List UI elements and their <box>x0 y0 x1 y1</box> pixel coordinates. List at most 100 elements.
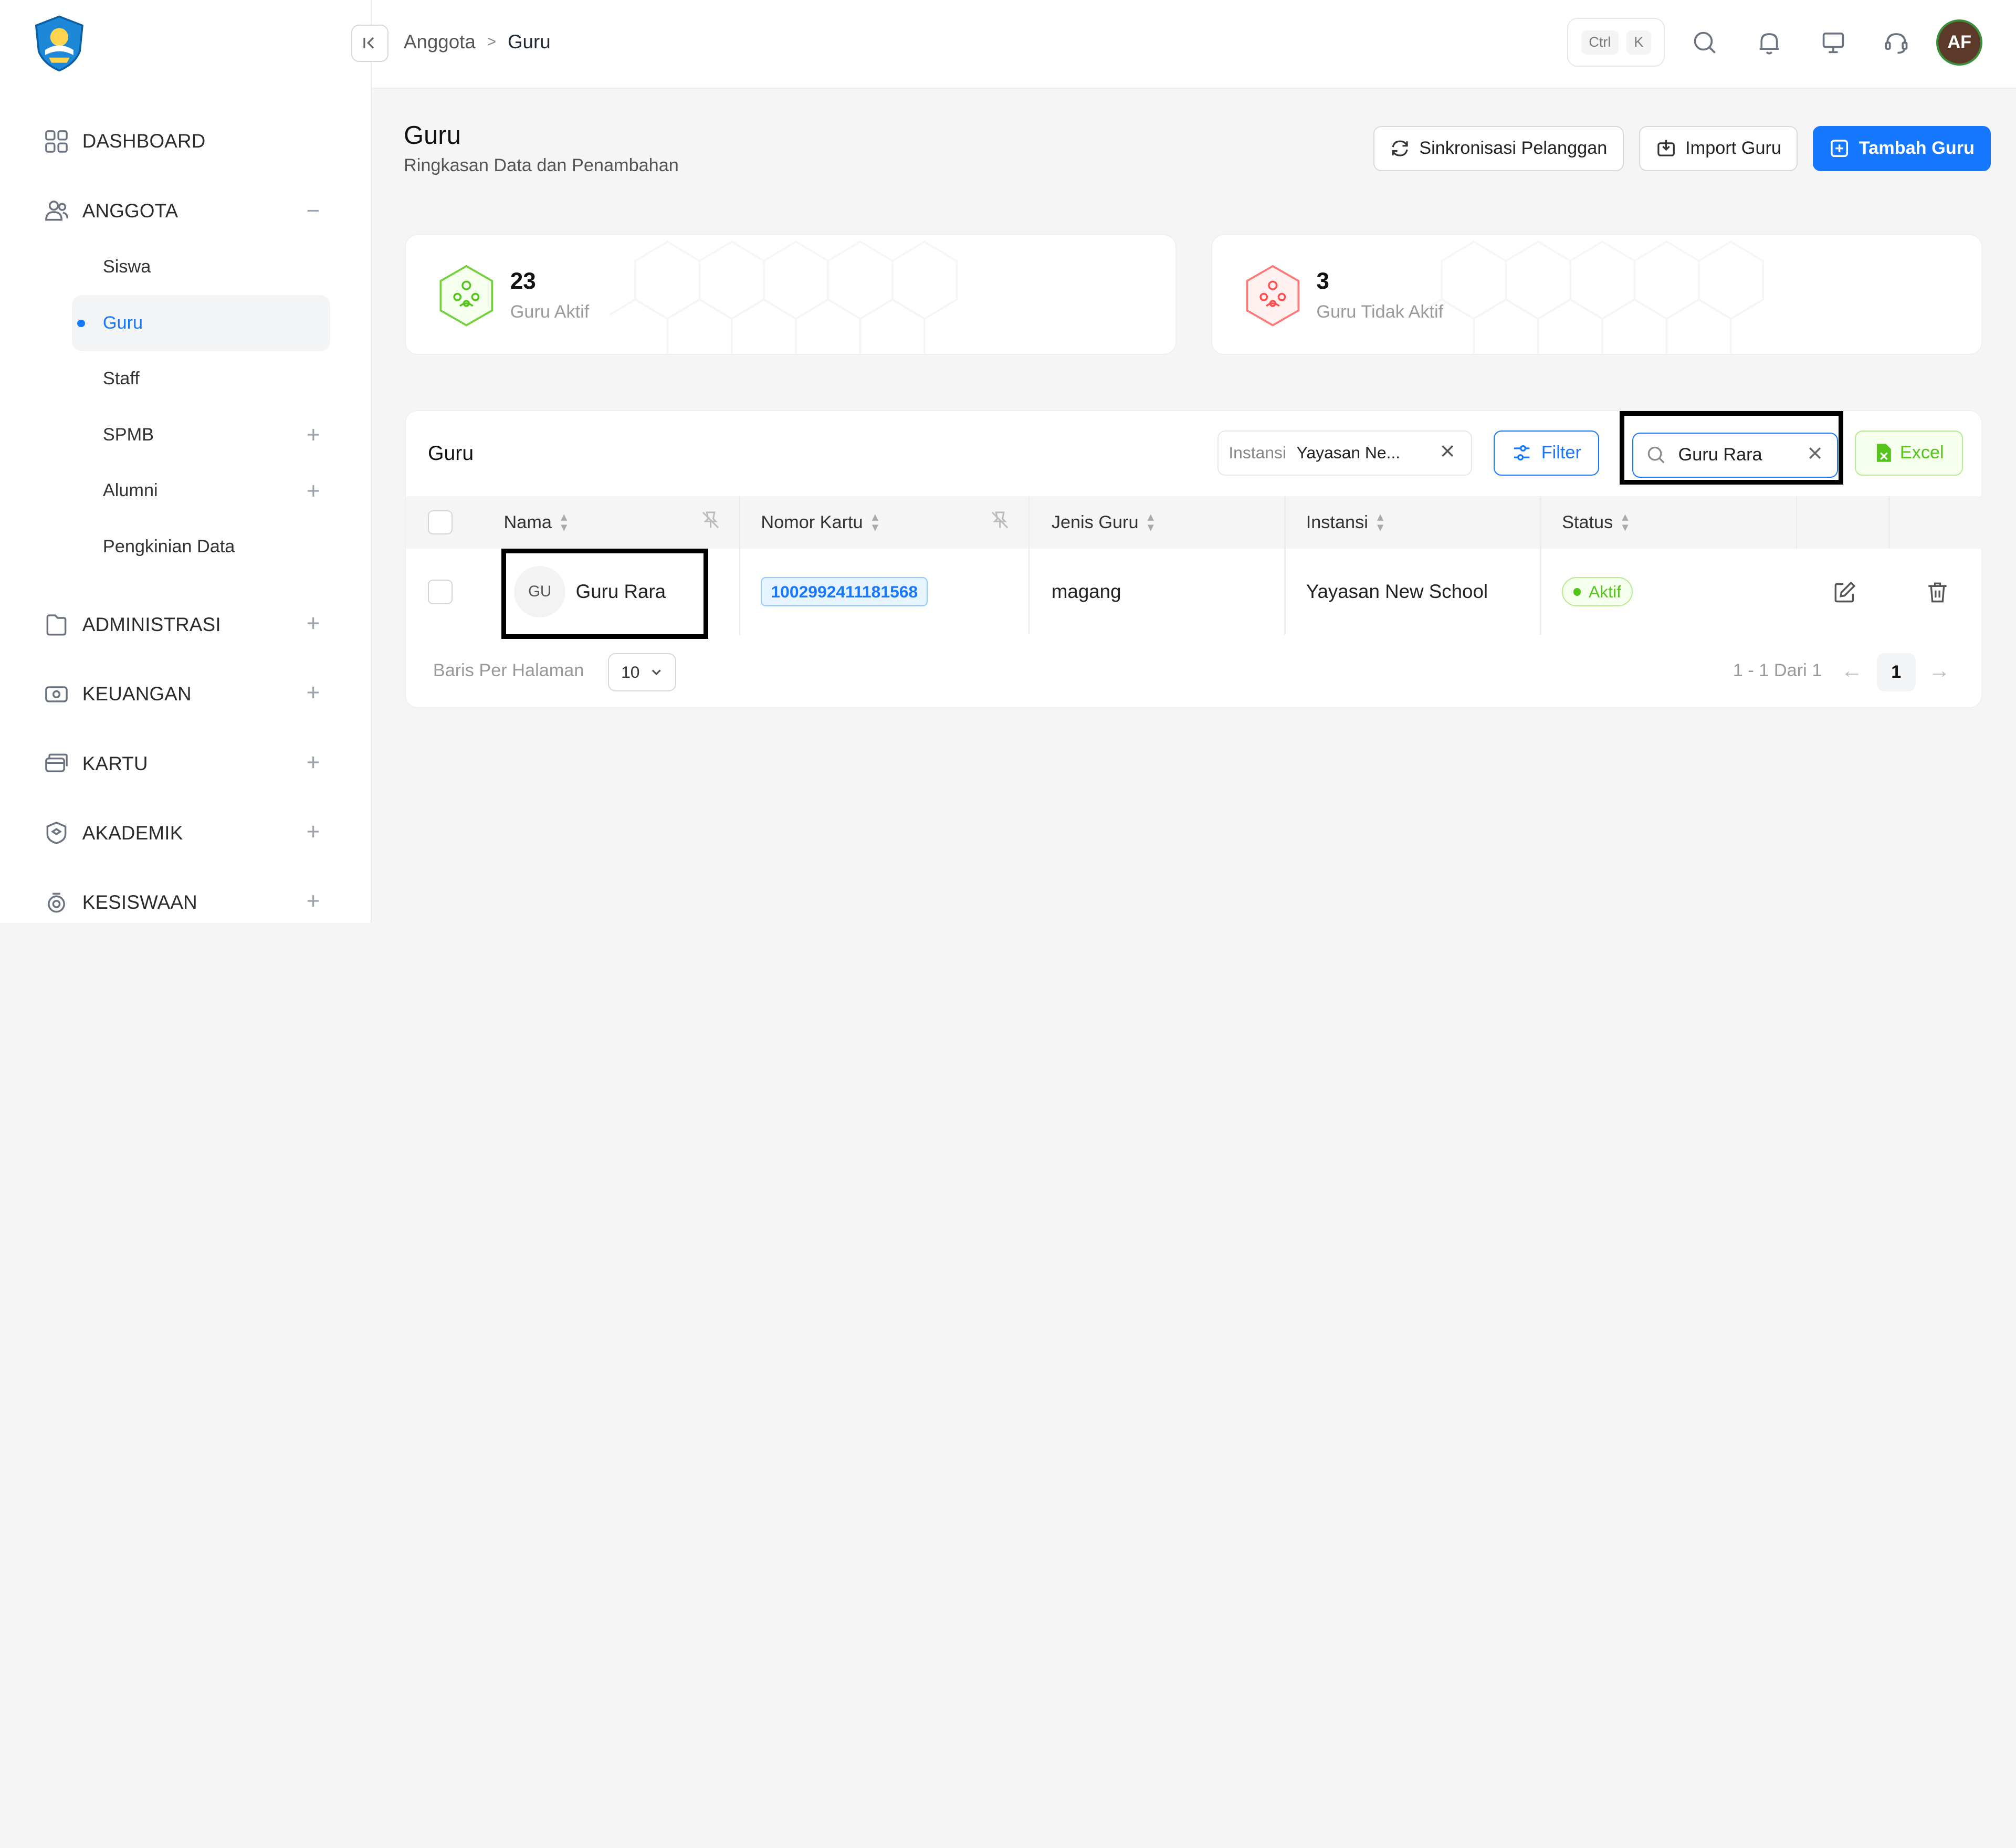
import-teacher-button[interactable]: Import Guru <box>1639 126 1798 171</box>
column-header-status[interactable]: Status ▴ ▾ <box>1562 496 1793 549</box>
users-icon <box>44 198 69 224</box>
sidebar-item-dashboard[interactable]: DASHBOARD <box>0 113 372 170</box>
money-icon <box>44 681 69 707</box>
column-label: Nama <box>503 512 552 532</box>
name-highlight-frame <box>501 549 708 639</box>
sort-icon[interactable]: ▴ ▾ <box>872 511 878 534</box>
sidebar-item-kesiswaan[interactable]: KESISWAAN + <box>0 868 372 923</box>
add-teacher-button[interactable]: Tambah Guru <box>1813 126 1991 171</box>
filter-button[interactable]: Filter <box>1494 430 1600 476</box>
rows-per-page-select[interactable]: 10 <box>607 653 676 692</box>
sidebar-item-kartu[interactable]: KARTU + <box>0 729 372 799</box>
close-icon[interactable] <box>1438 442 1456 464</box>
column-header-instansi[interactable]: Instansi ▴ ▾ <box>1306 496 1538 549</box>
subitem-label: Alumni <box>102 480 158 501</box>
import-icon <box>1657 140 1675 156</box>
breadcrumb-item-guru: Guru <box>508 30 551 52</box>
edit-icon[interactable] <box>1832 580 1857 605</box>
add-teacher-label: Tambah Guru <box>1858 138 1975 159</box>
sync-customers-button[interactable]: Sinkronisasi Pelanggan <box>1373 126 1624 171</box>
student-icon <box>44 890 69 916</box>
sidebar-collapse-button[interactable] <box>351 24 388 62</box>
select-all-checkbox[interactable] <box>428 510 453 535</box>
search-value: Guru Rara <box>1678 445 1762 465</box>
clear-search-icon[interactable] <box>1806 444 1824 467</box>
next-page-arrow-icon[interactable]: → <box>1928 658 1950 683</box>
pagination-page-1[interactable]: 1 <box>1877 653 1916 692</box>
collapse-left-icon <box>363 37 374 49</box>
school-logo[interactable] <box>31 15 88 72</box>
column-divider <box>1028 496 1030 549</box>
sidebar-item-administrasi[interactable]: ADMINISTRASI + <box>0 590 372 659</box>
sort-icon[interactable]: ▴ ▾ <box>1377 511 1383 534</box>
sort-icon[interactable]: ▴ ▾ <box>1148 511 1154 534</box>
row-checkbox[interactable] <box>428 580 453 604</box>
search-icon[interactable] <box>1690 28 1719 57</box>
sidebar-item-akademik[interactable]: AKADEMIK + <box>0 799 372 868</box>
expand-toggle[interactable]: + <box>307 750 320 775</box>
expand-toggle[interactable]: + <box>307 422 320 448</box>
active-teacher-count: 23 <box>510 268 536 295</box>
sidebar-subitem-pengkinian-data[interactable]: Pengkinian Data <box>0 519 372 575</box>
column-divider <box>739 496 741 549</box>
column-header-nomor-kartu[interactable]: Nomor Kartu ▴ ▾ <box>761 496 1028 549</box>
active-teacher-label: Guru Aktif <box>510 302 590 322</box>
subitem-label: Siswa <box>102 257 151 277</box>
institution-filter-chip[interactable]: Instansi Yayasan Ne... <box>1217 430 1472 476</box>
sidebar-subitem-siswa[interactable]: Siswa <box>0 239 372 295</box>
sidebar-item-label: KEUANGAN <box>82 683 192 705</box>
inactive-teacher-count: 3 <box>1316 268 1329 295</box>
column-divider <box>1540 496 1541 549</box>
card-icon <box>44 751 69 776</box>
folder-icon <box>44 612 69 638</box>
column-header-jenis-guru[interactable]: Jenis Guru ▴ ▾ <box>1052 496 1283 549</box>
breadcrumb-item-anggota[interactable]: Anggota <box>404 31 476 53</box>
expand-toggle[interactable]: + <box>307 478 320 504</box>
sort-icon[interactable]: ▴ ▾ <box>1622 511 1628 534</box>
expand-toggle[interactable]: + <box>307 819 320 845</box>
sidebar-subitem-alumni[interactable]: Alumni + <box>0 463 372 519</box>
prev-page-arrow-icon[interactable]: ← <box>1841 658 1863 683</box>
command-shortcut-button[interactable]: Ctrl K <box>1567 18 1665 67</box>
search-highlight-frame: Guru Rara <box>1620 411 1844 485</box>
status-badge: Aktif <box>1562 577 1633 607</box>
sidebar-item-label: AKADEMIK <box>82 822 183 844</box>
unpin-icon[interactable] <box>990 510 1010 535</box>
expand-toggle[interactable]: + <box>307 888 320 914</box>
column-label: Status <box>1562 512 1613 532</box>
collapse-toggle[interactable]: − <box>307 198 320 224</box>
chevron-down-icon <box>652 669 661 676</box>
card-number-tag[interactable]: 1002992411181568 <box>761 577 928 607</box>
sidebar-subitem-staff[interactable]: Staff <box>0 351 372 407</box>
column-label: Instansi <box>1306 512 1368 532</box>
bell-icon[interactable] <box>1755 28 1783 57</box>
monitor-icon[interactable] <box>1819 28 1847 57</box>
sidebar-subitem-spmb[interactable]: SPMB + <box>0 407 372 463</box>
table-header: Nama ▴▾ Nomor Kartu ▴▾ Jenis Guru ▴▾ <box>406 496 1984 549</box>
export-excel-button[interactable]: Excel <box>1855 430 1964 476</box>
user-avatar[interactable]: AF <box>1936 19 1983 66</box>
status-dot <box>1573 587 1581 596</box>
sort-icon[interactable]: ▴ ▾ <box>561 511 567 534</box>
active-teacher-icon <box>439 265 494 327</box>
sidebar-subitem-guru[interactable]: Guru <box>72 295 331 351</box>
subitem-label: Guru <box>102 312 143 333</box>
search-input[interactable]: Guru Rara <box>1632 433 1838 478</box>
expand-toggle[interactable]: + <box>307 611 320 636</box>
filter-label: Filter <box>1541 443 1581 463</box>
chevron-right-icon: > <box>487 33 496 50</box>
sidebar-item-label: DASHBOARD <box>82 130 206 152</box>
sidebar-item-keuangan[interactable]: KEUANGAN + <box>0 659 372 729</box>
topbar: Anggota > Guru Ctrl K AF <box>351 0 2016 89</box>
subitem-label: Pengkinian Data <box>102 536 235 556</box>
academic-icon <box>44 820 69 846</box>
plus-square-icon <box>1831 140 1849 158</box>
unpin-icon[interactable] <box>700 510 721 535</box>
trash-icon[interactable] <box>1925 580 1950 605</box>
column-header-nama[interactable]: Nama ▴ ▾ <box>504 496 739 549</box>
expand-toggle[interactable]: + <box>307 680 320 706</box>
kbd-k: K <box>1626 30 1651 55</box>
support-icon[interactable] <box>1882 28 1910 57</box>
hexagon-pattern <box>610 240 958 354</box>
sidebar-item-anggota[interactable]: ANGGOTA − <box>0 183 372 239</box>
